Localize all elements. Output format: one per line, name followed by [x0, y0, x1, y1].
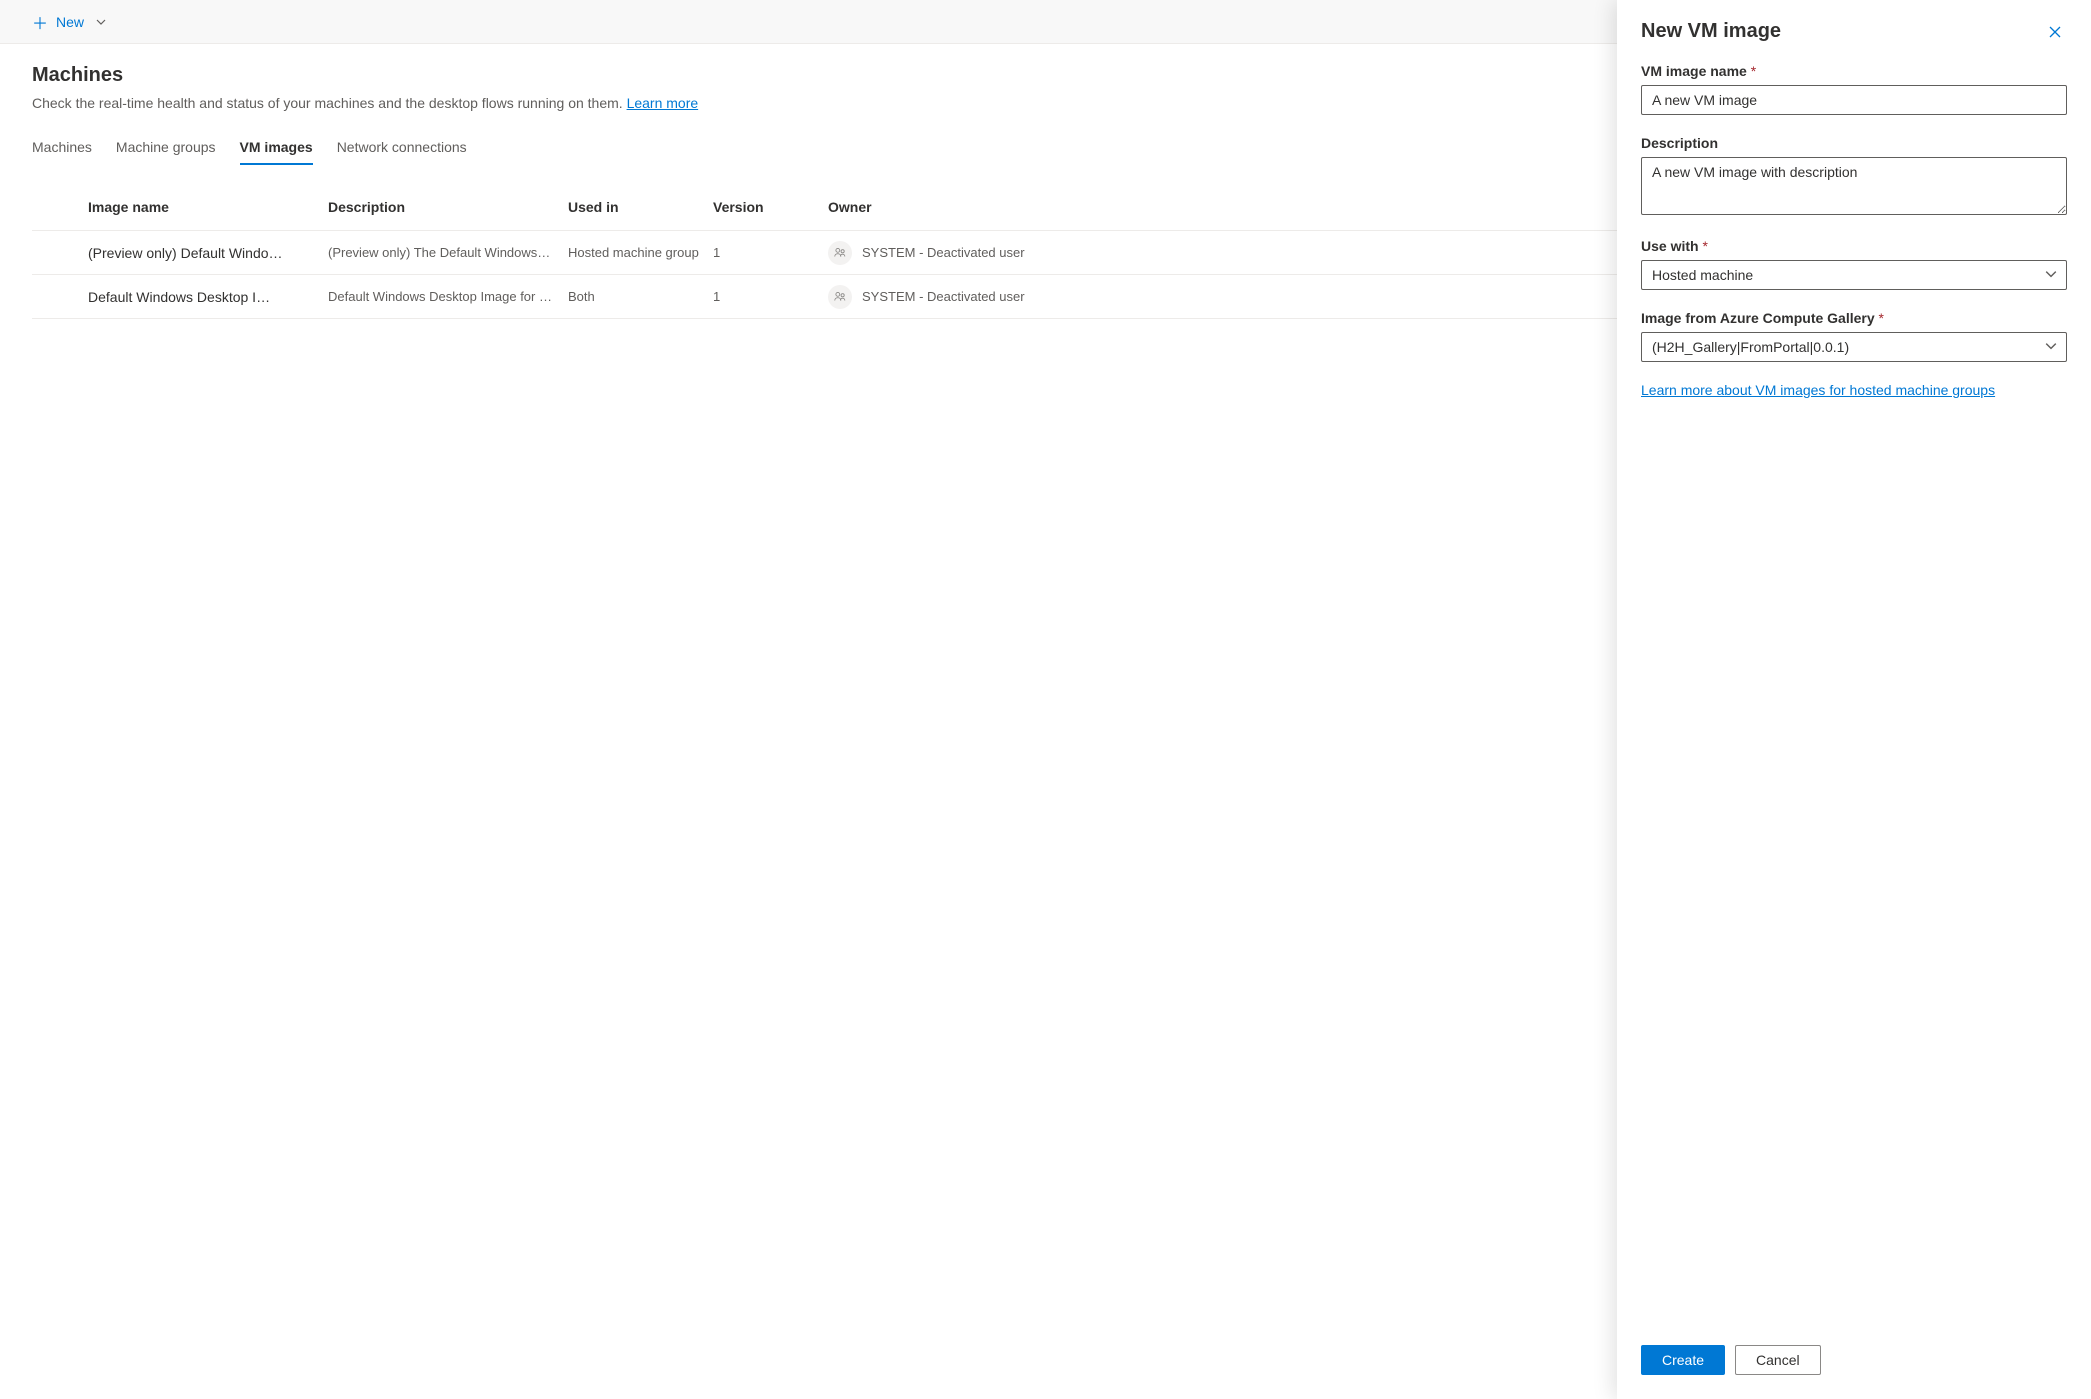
- panel-body: VM image name * Description Use with * I…: [1617, 63, 2091, 1329]
- panel-title: New VM image: [1641, 20, 1781, 43]
- cell-name: (Preview only) Default Windo…: [88, 245, 328, 261]
- required-marker: *: [1879, 310, 1884, 326]
- description-label: Description: [1641, 135, 2067, 151]
- user-icon: [828, 241, 852, 265]
- cancel-button[interactable]: Cancel: [1735, 1345, 1821, 1375]
- cell-used: Hosted machine group: [568, 245, 713, 260]
- gallery-label: Image from Azure Compute Gallery *: [1641, 310, 2067, 326]
- description-input[interactable]: [1641, 157, 2067, 215]
- col-header-desc[interactable]: Description: [328, 199, 568, 215]
- new-vm-image-panel: New VM image VM image name * Description…: [1617, 0, 2091, 1399]
- cell-owner: SYSTEM - Deactivated user: [828, 285, 1028, 309]
- panel-footer: Create Cancel: [1617, 1329, 2091, 1399]
- field-description: Description: [1641, 135, 2067, 218]
- page-subtitle-text: Check the real-time health and status of…: [32, 95, 627, 111]
- new-button-label: New: [56, 14, 84, 30]
- col-header-version[interactable]: Version: [713, 199, 828, 215]
- col-header-owner[interactable]: Owner: [828, 199, 1028, 215]
- col-header-name[interactable]: Image name: [88, 199, 328, 215]
- use-with-label: Use with *: [1641, 238, 2067, 254]
- chevron-down-icon: [96, 14, 106, 30]
- plus-icon: ＋: [32, 10, 48, 34]
- close-button[interactable]: [2043, 20, 2067, 47]
- required-marker: *: [1751, 63, 1756, 79]
- label-text: VM image name: [1641, 63, 1747, 79]
- gallery-select[interactable]: [1641, 332, 2067, 362]
- new-button[interactable]: ＋ New: [24, 4, 114, 40]
- learn-more-vm-images-link[interactable]: Learn more about VM images for hosted ma…: [1641, 382, 1995, 398]
- vm-image-name-input[interactable]: [1641, 85, 2067, 115]
- create-button[interactable]: Create: [1641, 1345, 1725, 1375]
- cell-owner-text: SYSTEM - Deactivated user: [862, 245, 1025, 260]
- cell-version: 1: [713, 245, 828, 260]
- tab-vm-images[interactable]: VM images: [240, 131, 313, 165]
- cell-version: 1: [713, 289, 828, 304]
- field-vm-image-name: VM image name *: [1641, 63, 2067, 115]
- cell-owner: SYSTEM - Deactivated user: [828, 241, 1028, 265]
- vm-image-name-label: VM image name *: [1641, 63, 2067, 79]
- tab-machines[interactable]: Machines: [32, 131, 92, 165]
- learn-more-link[interactable]: Learn more: [627, 95, 699, 111]
- tab-machine-groups[interactable]: Machine groups: [116, 131, 216, 165]
- field-use-with: Use with *: [1641, 238, 2067, 290]
- use-with-select[interactable]: [1641, 260, 2067, 290]
- label-text: Use with: [1641, 238, 1699, 254]
- panel-header: New VM image: [1617, 0, 2091, 63]
- col-header-used[interactable]: Used in: [568, 199, 713, 215]
- cell-owner-text: SYSTEM - Deactivated user: [862, 289, 1025, 304]
- field-gallery: Image from Azure Compute Gallery *: [1641, 310, 2067, 362]
- user-icon: [828, 285, 852, 309]
- label-text: Image from Azure Compute Gallery: [1641, 310, 1875, 326]
- cell-desc: Default Windows Desktop Image for use i…: [328, 289, 568, 304]
- required-marker: *: [1702, 238, 1707, 254]
- tab-network-connections[interactable]: Network connections: [337, 131, 467, 165]
- cell-name: Default Windows Desktop I…: [88, 289, 328, 305]
- cell-desc: (Preview only) The Default Windows Desk…: [328, 245, 568, 260]
- close-icon: [2047, 28, 2063, 43]
- cell-used: Both: [568, 289, 713, 304]
